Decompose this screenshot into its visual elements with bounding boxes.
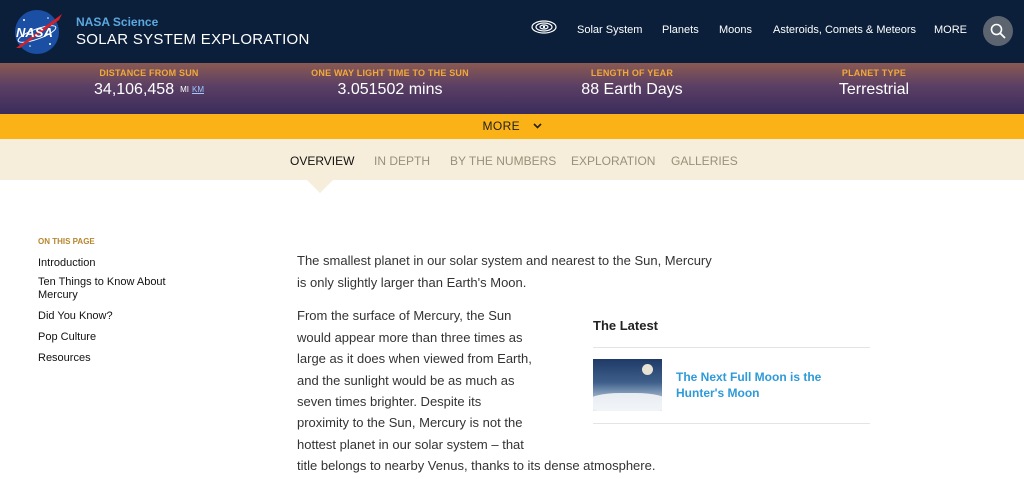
stat-label: ONE WAY LIGHT TIME TO THE SUN (311, 68, 469, 78)
body-line: and the sunlight would be as much as (297, 373, 515, 388)
more-label: MORE (482, 119, 521, 133)
nav-solar-system[interactable]: Solar System (577, 24, 642, 36)
stat-light-time: ONE WAY LIGHT TIME TO THE SUN 3.051502 m… (270, 68, 510, 99)
latest-article-link[interactable]: The Next Full Moon is the Hunter's Moon (676, 369, 856, 401)
body-line: large as it does when viewed from Earth, (297, 351, 532, 366)
stat-planet-type: PLANET TYPE Terrestrial (754, 68, 994, 99)
tab-overview[interactable]: OVERVIEW (290, 154, 354, 168)
latest-heading: The Latest (593, 318, 659, 333)
planet-stats-band: DISTANCE FROM SUN 34,106,458 MI KM ONE WAY… (0, 63, 1024, 114)
section-tabs: OVERVIEW IN DEPTH BY THE NUMBERS EXPLORA… (0, 139, 1024, 180)
unit-mi-toggle[interactable]: MI (180, 85, 189, 94)
moon-shape (642, 364, 653, 375)
nav-planets[interactable]: Planets (662, 24, 699, 36)
stat-label: PLANET TYPE (841, 68, 907, 78)
body-line: would appear more than three times as (297, 330, 523, 345)
search-button[interactable] (983, 16, 1013, 46)
tab-exploration[interactable]: EXPLORATION (571, 154, 655, 168)
galaxy-icon[interactable] (530, 16, 558, 38)
cloud-shape (593, 393, 662, 411)
chevron-down-icon (532, 123, 542, 129)
stat-value-number: 34,106,458 (94, 81, 175, 98)
body-line: title belongs to nearby Venus, thanks to… (297, 458, 656, 473)
stat-value: Terrestrial (838, 81, 910, 98)
brand-subtitle[interactable]: NASA Science (76, 15, 158, 29)
toc-item-pop-culture[interactable]: Pop Culture (38, 331, 208, 344)
toc-item-ten-things[interactable]: Ten Things to Know About Mercury (38, 276, 198, 302)
stat-label: DISTANCE FROM SUN (99, 68, 199, 78)
tab-galleries[interactable]: GALLERIES (671, 154, 738, 168)
latest-article-thumbnail[interactable] (593, 359, 662, 411)
unit-km-toggle[interactable]: KM (192, 85, 204, 94)
nasa-logo[interactable]: NASA (10, 8, 66, 56)
body-line: proximity to the Sun, Mercury is not the (297, 415, 523, 430)
nav-more[interactable]: MORE (934, 24, 967, 36)
tab-in-depth[interactable]: IN DEPTH (374, 154, 430, 168)
intro-paragraph: The smallest planet in our solar system … (297, 253, 712, 290)
nav-moons[interactable]: Moons (719, 24, 752, 36)
toc-item-resources[interactable]: Resources (38, 352, 208, 365)
on-this-page-heading: ON THIS PAGE (38, 237, 95, 246)
body-line: seven times brighter. Despite its (297, 394, 482, 409)
stat-length-of-year: LENGTH OF YEAR 88 Earth Days (512, 68, 752, 99)
site-header: NASA NASA Science SOLAR SYSTEM EXPLORATI… (0, 0, 1024, 63)
stat-label: LENGTH OF YEAR (590, 68, 674, 78)
body-line: From the surface of Mercury, the Sun (297, 308, 512, 323)
tab-by-the-numbers[interactable]: BY THE NUMBERS (450, 154, 556, 168)
stat-value: 3.051502 mins (337, 81, 443, 98)
toc-item-introduction[interactable]: Introduction (38, 257, 208, 270)
toc-item-did-you-know[interactable]: Did You Know? (38, 310, 208, 323)
more-stats-toggle[interactable]: MORE (0, 114, 1024, 139)
divider (593, 423, 870, 424)
stat-distance-from-sun: DISTANCE FROM SUN 34,106,458 MI KM (29, 68, 269, 99)
stat-value: 34,106,458 MI KM (29, 81, 269, 99)
search-icon (990, 23, 1006, 39)
body-line: hottest planet in our solar system – tha… (297, 437, 524, 452)
brand-title[interactable]: SOLAR SYSTEM EXPLORATION (76, 31, 310, 48)
active-tab-pointer (307, 180, 333, 193)
nav-asteroids-comets-meteors[interactable]: Asteroids, Comets & Meteors (773, 24, 916, 36)
stat-value: 88 Earth Days (581, 81, 683, 98)
divider (593, 347, 870, 348)
